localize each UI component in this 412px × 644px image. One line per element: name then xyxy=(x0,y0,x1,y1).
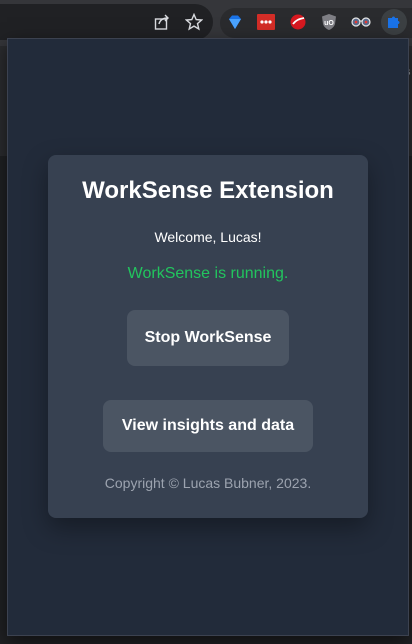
stop-worksense-button[interactable]: Stop WorkSense xyxy=(127,310,289,366)
puzzle-extension-icon[interactable] xyxy=(381,9,407,35)
diamond-extension-icon[interactable] xyxy=(224,11,246,33)
extension-popup: WorkSense Extension Welcome, Lucas! Work… xyxy=(7,38,409,636)
popup-card: WorkSense Extension Welcome, Lucas! Work… xyxy=(48,155,368,518)
star-icon[interactable] xyxy=(183,11,205,33)
svg-text:uO: uO xyxy=(324,20,334,27)
welcome-message: Welcome, Lucas! xyxy=(154,229,262,245)
popup-title: WorkSense Extension xyxy=(82,177,334,204)
copyright-text: Copyright © Lucas Bubner, 2023. xyxy=(104,475,312,491)
omnibox[interactable] xyxy=(0,4,213,40)
share-icon[interactable] xyxy=(151,11,173,33)
trend-micro-extension-icon[interactable] xyxy=(287,11,309,33)
glasses-extension-icon[interactable] xyxy=(350,11,372,33)
status-text: WorkSense is running. xyxy=(127,265,289,282)
lastpass-extension-icon[interactable] xyxy=(255,11,277,33)
view-insights-button[interactable]: View insights and data xyxy=(103,400,313,452)
ublock-origin-extension-icon[interactable]: uO xyxy=(318,11,340,33)
